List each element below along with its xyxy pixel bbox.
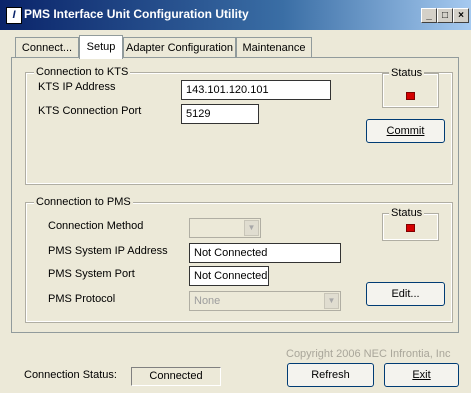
pms-port-label: PMS System Port [48, 268, 135, 280]
tab-maintenance[interactable]: Maintenance [236, 37, 312, 57]
refresh-label: Refresh [311, 369, 350, 381]
kts-status-indicator [406, 92, 415, 100]
copyright-text: Copyright 2006 NEC Infrontia, Inc [286, 348, 451, 360]
minimize-icon: _ [426, 10, 432, 21]
pms-protocol-value: None [194, 295, 221, 307]
tab-adapter-configuration[interactable]: Adapter Configuration [123, 37, 236, 57]
pms-method-select[interactable]: ▼ [189, 218, 261, 238]
close-icon: × [458, 10, 464, 21]
connection-status-label: Connection Status: [24, 369, 117, 381]
connection-status-value: Connected [131, 367, 221, 386]
window-title: PMS Interface Unit Configuration Utility [24, 7, 249, 21]
commit-button[interactable]: Commit [366, 119, 445, 143]
kts-port-input[interactable]: 5129 [181, 104, 259, 124]
exit-button[interactable]: Exit [384, 363, 459, 387]
kts-ip-input[interactable]: 143.101.120.101 [181, 80, 331, 100]
kts-group-label: Connection to KTS [34, 66, 131, 78]
pms-ip-label: PMS System IP Address [48, 245, 168, 257]
pms-protocol-label: PMS Protocol [48, 293, 116, 305]
pms-status-indicator [406, 224, 415, 232]
chevron-down-icon[interactable]: ▼ [244, 220, 259, 236]
pms-method-label: Connection Method [48, 220, 144, 232]
exit-label: Exit [412, 369, 431, 381]
tab-setup[interactable]: Setup [79, 35, 123, 59]
minimize-button[interactable]: _ [421, 8, 437, 23]
edit-label: Edit... [391, 288, 420, 300]
maximize-icon: □ [441, 10, 449, 21]
close-button[interactable]: × [453, 8, 469, 23]
pms-status-label: Status [389, 207, 425, 219]
tab-connect[interactable]: Connect... [15, 37, 79, 57]
edit-button[interactable]: Edit... [366, 282, 445, 306]
kts-status-label: Status [389, 67, 425, 79]
chevron-down-icon[interactable]: ▼ [324, 293, 339, 309]
pms-group-label: Connection to PMS [34, 196, 133, 208]
pms-port-field[interactable]: Not Connected [189, 266, 269, 286]
kts-ip-label: KTS IP Address [38, 81, 116, 93]
refresh-button[interactable]: Refresh [287, 363, 374, 387]
pms-protocol-select[interactable]: None ▼ [189, 291, 341, 311]
app-icon: I [6, 7, 22, 24]
title-bar[interactable]: I PMS Interface Unit Configuration Utili… [0, 0, 471, 30]
pms-ip-field[interactable]: Not Connected [189, 243, 341, 263]
commit-label: Commit [386, 125, 425, 137]
kts-port-label: KTS Connection Port [38, 105, 142, 117]
maximize-button[interactable]: □ [437, 8, 453, 23]
